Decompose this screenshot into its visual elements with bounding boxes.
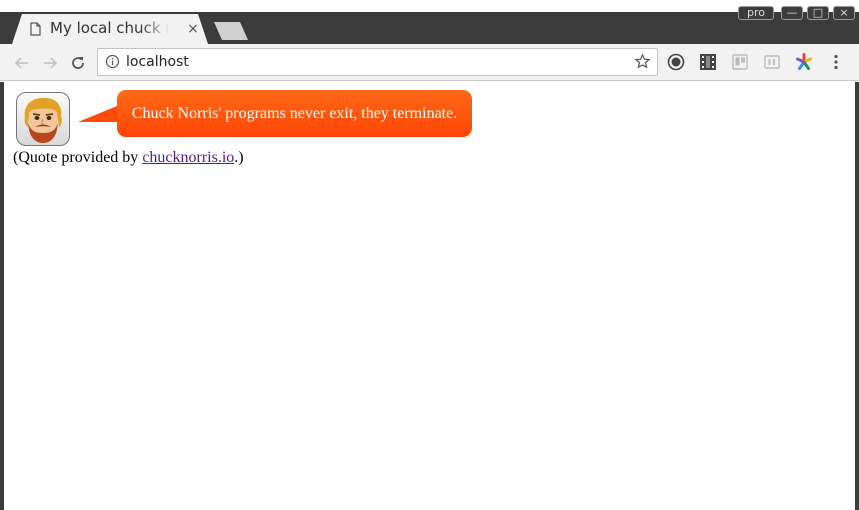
chuck-norris-face-icon: [24, 97, 62, 143]
quote-text: Chuck Norris' programs never exit, they …: [131, 104, 458, 122]
record-extension-icon: [667, 53, 685, 71]
back-button[interactable]: [11, 52, 33, 74]
back-arrow-icon: [14, 57, 28, 69]
chucknorris-link[interactable]: chucknorris.io: [142, 149, 234, 166]
reload-icon: [72, 57, 84, 69]
forward-arrow-icon: [44, 57, 58, 69]
maximize-button[interactable]: □: [807, 6, 829, 20]
tab-title: My local chuck norris: [50, 19, 170, 37]
record-extension-button[interactable]: [666, 52, 686, 72]
bi-extension-icon: [764, 55, 780, 69]
reload-button[interactable]: [67, 52, 89, 74]
asterisk-extension-icon: [796, 53, 812, 70]
browser-menu-button[interactable]: [826, 52, 846, 72]
title-bar-top-edge: [0, 0, 859, 12]
board-extension-button[interactable]: [730, 52, 750, 72]
forward-button[interactable]: [39, 52, 61, 74]
info-icon[interactable]: [105, 54, 120, 69]
asterisk-extension-button[interactable]: [794, 52, 814, 72]
tab-close-icon[interactable]: ×: [186, 21, 200, 37]
speech-bubble: Chuck Norris' programs never exit, they …: [117, 90, 472, 137]
profile-button[interactable]: pro: [738, 6, 774, 20]
quote-attribution: (Quote provided by chucknorris.io.): [13, 148, 244, 168]
film-extension-icon: [700, 54, 716, 70]
page-icon: [30, 22, 41, 36]
attribution-prefix: (Quote provided by: [13, 149, 143, 166]
page-content: [4, 82, 855, 510]
film-extension-button[interactable]: [698, 52, 718, 72]
close-window-button[interactable]: ×: [833, 6, 855, 20]
star-icon[interactable]: [634, 53, 651, 70]
chuck-norris-avatar: [16, 92, 70, 146]
kebab-menu-icon: [834, 54, 838, 70]
board-extension-icon: [732, 54, 748, 70]
bi-extension-button[interactable]: [762, 52, 782, 72]
window-border-right: [855, 82, 859, 510]
minimize-button[interactable]: —: [781, 6, 803, 20]
attribution-suffix: .): [234, 149, 244, 166]
url-text[interactable]: localhost: [126, 53, 189, 71]
